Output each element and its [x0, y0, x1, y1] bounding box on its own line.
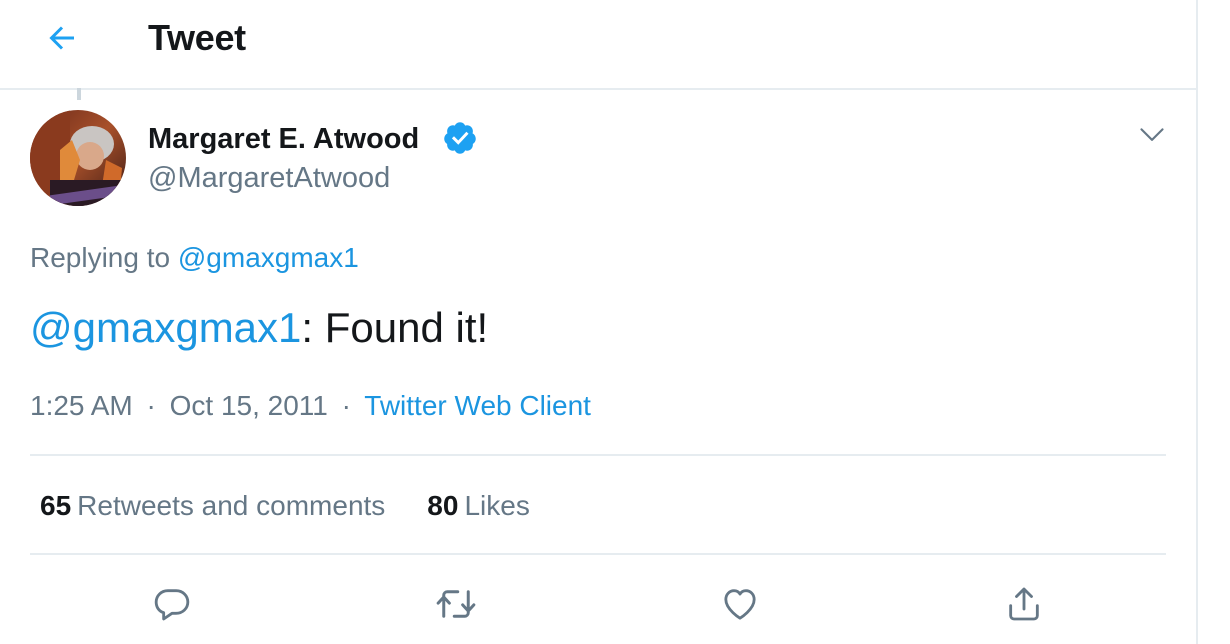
likes-stat[interactable]: 80 Likes	[427, 488, 530, 524]
retweet-button[interactable]	[432, 580, 480, 628]
retweets-stat[interactable]: 65 Retweets and comments	[40, 488, 385, 524]
back-button[interactable]	[38, 14, 86, 62]
like-icon	[724, 589, 756, 620]
replying-prefix: Replying to	[30, 242, 171, 273]
page-title: Tweet	[148, 17, 246, 58]
divider	[30, 454, 1166, 456]
tweet-text: @gmaxgmax1: Found it!	[30, 302, 488, 354]
tweet-date[interactable]: Oct 15, 2011	[170, 390, 328, 421]
likes-label: Likes	[464, 490, 530, 521]
share-button[interactable]	[1000, 580, 1048, 628]
likes-count: 80	[427, 490, 459, 521]
tweet-time[interactable]: 1:25 AM	[30, 390, 133, 421]
divider	[30, 553, 1166, 555]
avatar[interactable]	[30, 110, 126, 206]
arrow-left-icon	[49, 26, 74, 50]
mention-link[interactable]: @gmaxgmax1	[30, 304, 301, 351]
author-name[interactable]: Margaret E. Atwood	[148, 121, 419, 157]
tweet-source-link[interactable]: Twitter Web Client	[364, 390, 591, 421]
meta-separator: ·	[341, 390, 351, 421]
thread-connector-line	[77, 88, 81, 100]
verified-badge-icon	[444, 122, 476, 154]
chevron-down-icon	[1140, 128, 1164, 141]
tweet-stats: 65 Retweets and comments 80 Likes	[40, 488, 530, 524]
retweet-icon	[436, 590, 476, 618]
avatar-image	[30, 110, 126, 206]
more-options-button[interactable]	[1130, 112, 1174, 156]
meta-separator: ·	[146, 390, 156, 421]
reply-icon	[154, 589, 190, 621]
retweets-label: Retweets and comments	[77, 490, 386, 521]
tweet-meta: 1:25 AM · Oct 15, 2011 · Twitter Web Cli…	[30, 388, 591, 424]
like-button[interactable]	[716, 580, 764, 628]
reply-button[interactable]	[148, 580, 196, 628]
share-icon	[1009, 587, 1039, 621]
author-handle[interactable]: @MargaretAtwood	[148, 160, 390, 196]
tweet-detail-column: Tweet Margaret E. Atwood @MargaretAtwood…	[0, 0, 1198, 644]
page-header: Tweet	[0, 0, 1196, 90]
tweet-body: : Found it!	[301, 304, 489, 351]
replying-to-link[interactable]: @gmaxgmax1	[178, 242, 359, 273]
retweets-count: 65	[40, 490, 72, 521]
replying-to-context: Replying to @gmaxgmax1	[30, 240, 359, 276]
